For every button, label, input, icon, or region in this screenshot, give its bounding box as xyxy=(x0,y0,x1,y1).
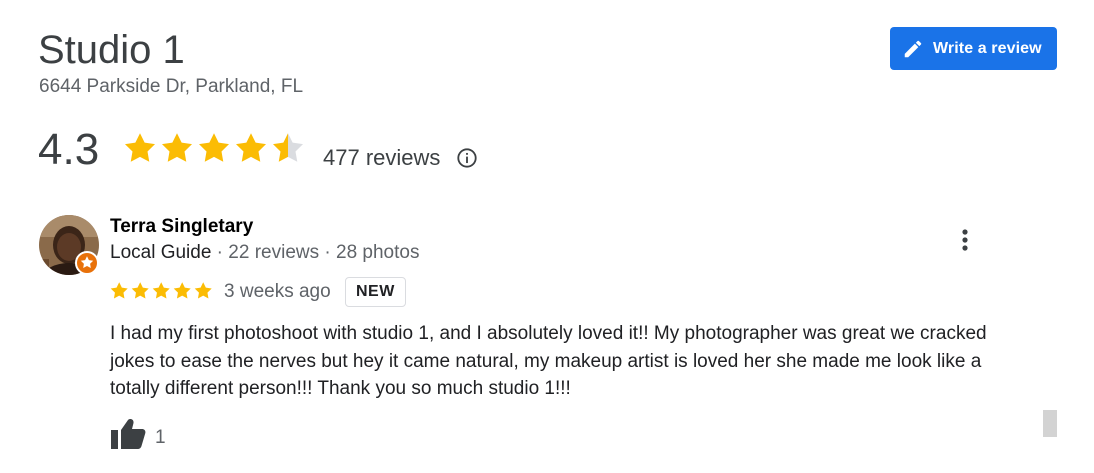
reviews-panel: Studio 1 6644 Parkside Dr, Parkland, FL … xyxy=(0,0,1094,473)
star-icon xyxy=(162,133,192,162)
star-icon xyxy=(131,282,149,299)
star-icon xyxy=(194,282,212,299)
star-icon xyxy=(199,133,229,162)
review-text: I had my first photoshoot with studio 1,… xyxy=(110,323,987,399)
like-count: 1 xyxy=(155,427,166,448)
more-vert-icon[interactable] xyxy=(952,226,978,256)
half-star-icon xyxy=(273,133,303,162)
local-guide-label: Local Guide xyxy=(110,242,212,263)
star-icon xyxy=(236,133,266,162)
average-rating-stars xyxy=(125,133,303,162)
write-review-label: Write a review xyxy=(933,39,1042,57)
write-review-button[interactable]: Write a review xyxy=(890,27,1057,70)
thumbs-up-icon[interactable] xyxy=(110,418,146,450)
new-badge: NEW xyxy=(345,277,406,307)
reviewer-name[interactable]: Terra Singletary xyxy=(110,216,253,238)
star-icon xyxy=(152,282,170,299)
reviewer-photo-count: 28 photos xyxy=(336,242,420,263)
local-guide-star-icon xyxy=(75,251,99,275)
star-icon xyxy=(110,282,128,299)
meta-separator: · xyxy=(319,242,337,263)
meta-separator: · xyxy=(211,242,229,263)
reviewer-review-count: 22 reviews xyxy=(228,242,320,263)
review-count: 477 reviews xyxy=(323,145,441,170)
review-date: 3 weeks ago xyxy=(224,281,331,302)
scrollbar-thumb[interactable] xyxy=(1043,410,1057,437)
star-icon xyxy=(125,133,155,162)
review-rating-stars xyxy=(110,282,212,299)
pencil-icon xyxy=(904,40,922,57)
place-title: Studio 1 xyxy=(38,28,185,72)
reviewer-meta: Local Guide · 22 reviews · 28 photos xyxy=(110,242,419,264)
star-icon xyxy=(173,282,191,299)
info-icon[interactable] xyxy=(456,147,478,169)
average-rating: 4.3 xyxy=(38,125,100,174)
place-address: 6644 Parkside Dr, Parkland, FL xyxy=(39,76,304,97)
